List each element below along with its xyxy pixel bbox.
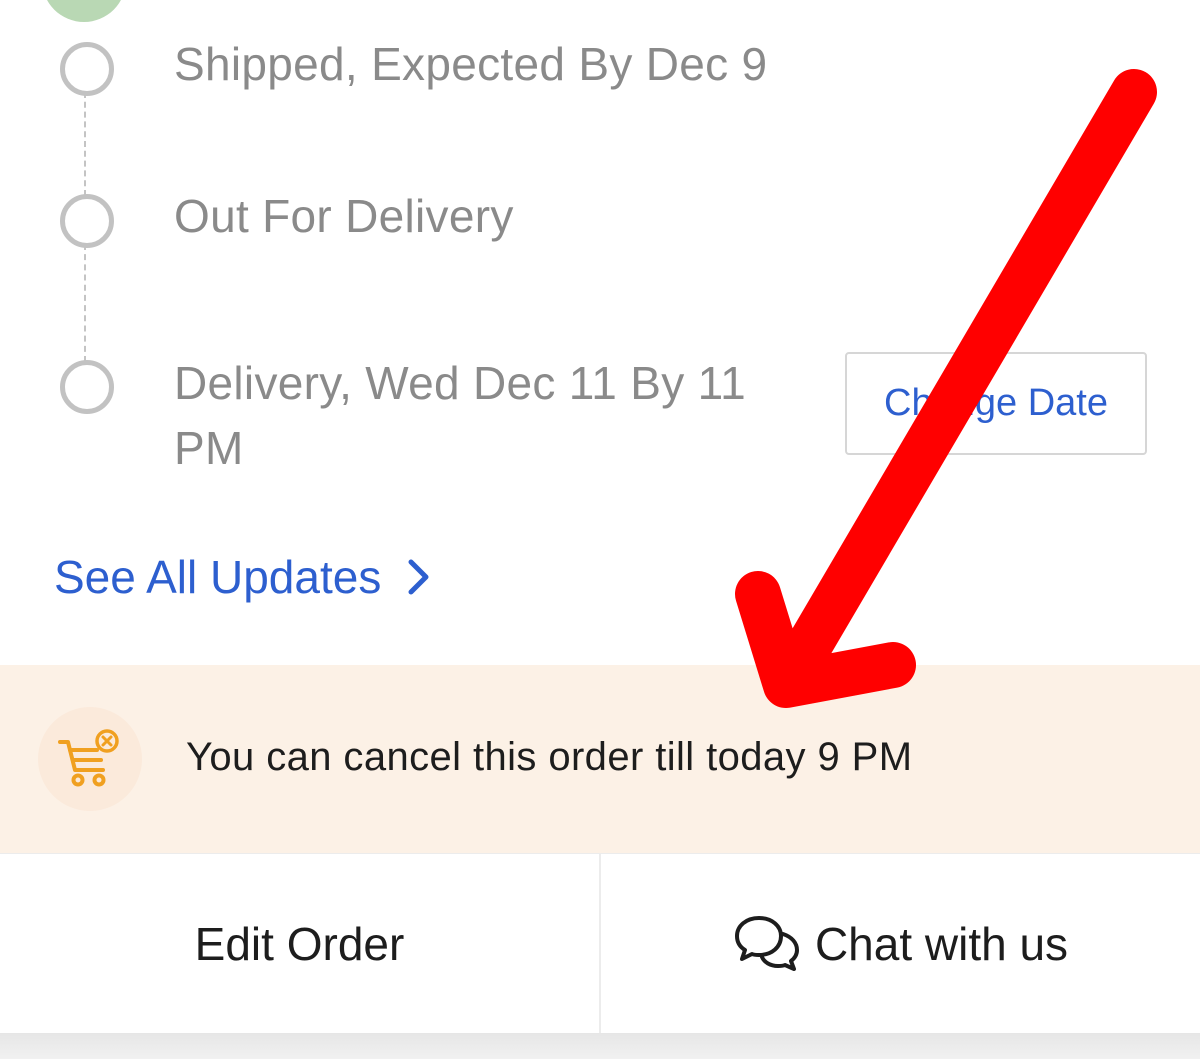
timeline-step-out-for-delivery: Out For Delivery [174,190,514,242]
timeline-step-delivery: Delivery, Wed Dec 11 By 11 [174,357,746,409]
timeline-connector [84,244,86,362]
edit-order-label: Edit Order [194,918,405,970]
timeline-step-circle [60,360,114,414]
edit-order-button[interactable]: Edit Order [0,854,599,1034]
timeline-step-circle [60,194,114,248]
bottom-edge-shadow [0,1033,1200,1059]
see-all-updates-link[interactable]: See All Updates [54,545,431,609]
chat-with-us-label: Chat with us [814,918,1069,970]
see-all-updates-label: See All Updates [54,551,382,603]
timeline-connector [84,92,86,196]
chevron-right-icon [408,559,429,595]
timeline-step-delivery-line2: PM [174,422,244,474]
timeline-step-shipped: Shipped, Expected By Dec 9 [174,38,768,90]
bottom-action-bar: Edit Order Chat with us [0,853,1200,1034]
change-date-button[interactable]: Change Date [845,352,1147,455]
cart-cancel-icon [38,707,142,811]
chat-bubbles-icon [734,916,799,971]
completed-step-circle [42,0,126,22]
cancel-notice-banner: You can cancel this order till today 9 P… [0,665,1200,853]
timeline-step-circle [60,42,114,96]
chat-with-us-button[interactable]: Chat with us [601,854,1200,1034]
cancel-notice-text: You can cancel this order till today 9 P… [186,735,913,779]
